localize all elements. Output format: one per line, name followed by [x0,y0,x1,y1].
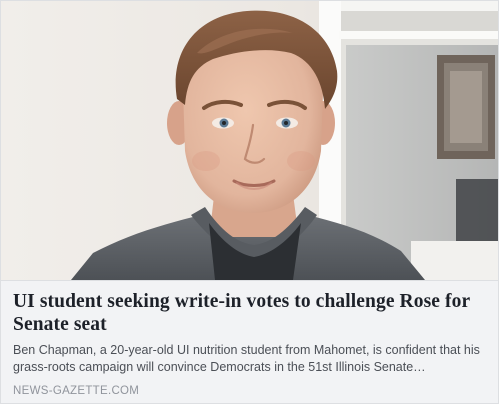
portrait-image [1,1,498,280]
link-preview-card[interactable]: UI student seeking write-in votes to cha… [0,0,499,404]
source-domain[interactable]: NEWS-GAZETTE.COM [13,384,486,398]
article-photo[interactable] [1,1,498,280]
link-caption: UI student seeking write-in votes to cha… [1,280,498,403]
article-headline[interactable]: UI student seeking write-in votes to cha… [13,290,486,336]
article-description: Ben Chapman, a 20-year-old UI nutrition … [13,343,480,374]
